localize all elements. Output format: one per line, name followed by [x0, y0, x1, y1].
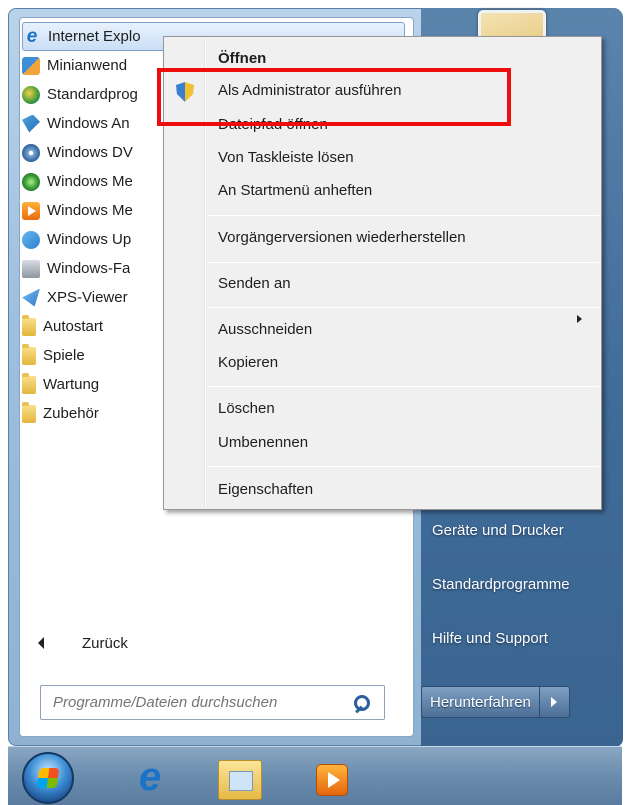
windows-anytime-icon	[22, 114, 40, 133]
folder-icon	[22, 372, 36, 394]
default-programs-icon	[22, 85, 40, 104]
taskbar-explorer-icon[interactable]	[218, 760, 262, 800]
back-label: Zurück	[82, 634, 128, 652]
program-label: Spiele	[43, 347, 85, 364]
menu-item-properties[interactable]: Eigenschaften	[218, 478, 313, 502]
program-item-zubehoer[interactable]: Zubehör	[22, 399, 172, 428]
program-label: Minianwend	[47, 57, 128, 74]
program-item-wartung[interactable]: Wartung	[22, 370, 172, 399]
program-label: Windows Me	[47, 173, 133, 190]
program-label: Windows DV	[47, 144, 133, 161]
program-label: Windows An	[47, 115, 130, 132]
gadgets-icon	[22, 56, 40, 75]
internet-explorer-icon: e	[26, 25, 38, 47]
program-list: e Internet Explo Minianwend Standardprog…	[22, 22, 405, 428]
program-label: Autostart	[43, 318, 104, 335]
folder-icon	[22, 343, 36, 365]
default-programs-link[interactable]: Standardprogramme	[432, 576, 570, 593]
menu-item-unpin-taskbar[interactable]: Von Taskleiste lösen	[218, 146, 354, 170]
search-input[interactable]	[53, 694, 352, 711]
program-label: Windows-Fa	[47, 260, 131, 277]
shutdown-group: Herunterfahren	[421, 686, 570, 718]
folder-icon	[22, 314, 36, 336]
xps-viewer-icon	[22, 288, 40, 307]
fax-icon	[22, 259, 40, 278]
program-item-windows-anytime[interactable]: Windows An	[22, 109, 172, 138]
program-item-fax[interactable]: Windows-Fa	[22, 254, 172, 283]
menu-item-cut[interactable]: Ausschneiden	[218, 318, 312, 342]
program-item-autostart[interactable]: Autostart	[22, 312, 172, 341]
windows-update-icon	[22, 230, 40, 249]
folder-icon	[22, 401, 36, 423]
help-support-link[interactable]: Hilfe und Support	[432, 630, 548, 647]
menu-item-send-to[interactable]: Senden an	[218, 272, 291, 296]
menu-separator	[208, 386, 599, 387]
start-button[interactable]	[22, 752, 74, 804]
dvd-maker-icon	[22, 143, 40, 162]
program-item-media-player[interactable]: Windows Me	[22, 196, 172, 225]
shutdown-button[interactable]: Herunterfahren	[421, 686, 540, 718]
program-item-gadgets[interactable]: Minianwend	[22, 51, 172, 80]
program-item-dvd-maker[interactable]: Windows DV	[22, 138, 172, 167]
menu-separator	[208, 262, 599, 263]
back-arrow-icon	[38, 637, 44, 649]
program-label: Standardprog	[47, 86, 138, 103]
program-label: Internet Explo	[48, 28, 141, 45]
program-item-default-programs[interactable]: Standardprog	[22, 80, 172, 109]
menu-separator	[208, 215, 599, 216]
program-item-spiele[interactable]: Spiele	[22, 341, 172, 370]
menu-item-open[interactable]: Öffnen	[218, 47, 266, 71]
media-center-icon	[22, 172, 40, 191]
menu-separator	[208, 466, 599, 467]
taskbar-internet-explorer-icon[interactable]: e	[128, 757, 172, 797]
menu-item-restore-versions[interactable]: Vorgängerversionen wiederherstellen	[218, 226, 466, 250]
menu-item-delete[interactable]: Löschen	[218, 397, 275, 421]
taskbar-media-player-icon[interactable]	[316, 764, 348, 796]
menu-item-run-as-admin[interactable]: Als Administrator ausführen	[218, 79, 401, 103]
program-label: Wartung	[43, 376, 100, 393]
program-label: Windows Me	[47, 202, 133, 219]
program-item-media-center[interactable]: Windows Me	[22, 167, 172, 196]
menu-item-rename[interactable]: Umbenennen	[218, 431, 308, 455]
submenu-arrow-icon	[577, 315, 582, 323]
menu-item-pin-start[interactable]: An Startmenü anheften	[218, 179, 372, 203]
menu-item-copy[interactable]: Kopieren	[218, 351, 278, 375]
devices-printers-link[interactable]: Geräte und Drucker	[432, 522, 564, 539]
chevron-right-icon	[551, 697, 558, 707]
context-menu: Öffnen Als Administrator ausführen Datei…	[163, 36, 602, 510]
program-label: XPS-Viewer	[47, 289, 128, 306]
shutdown-options-button[interactable]	[539, 686, 570, 718]
program-label: Zubehör	[43, 405, 99, 422]
media-player-icon	[22, 201, 40, 220]
menu-item-open-file-location[interactable]: Dateipfad öffnen	[218, 113, 328, 137]
search-box[interactable]	[40, 685, 385, 720]
search-icon[interactable]	[352, 693, 372, 713]
uac-shield-icon	[176, 82, 194, 102]
menu-separator	[208, 307, 599, 308]
back-button[interactable]: Zurück	[38, 632, 128, 654]
program-label: Windows Up	[47, 231, 132, 248]
taskbar	[8, 746, 622, 805]
program-item-xps-viewer[interactable]: XPS-Viewer	[22, 283, 172, 312]
program-item-windows-update[interactable]: Windows Up	[22, 225, 172, 254]
